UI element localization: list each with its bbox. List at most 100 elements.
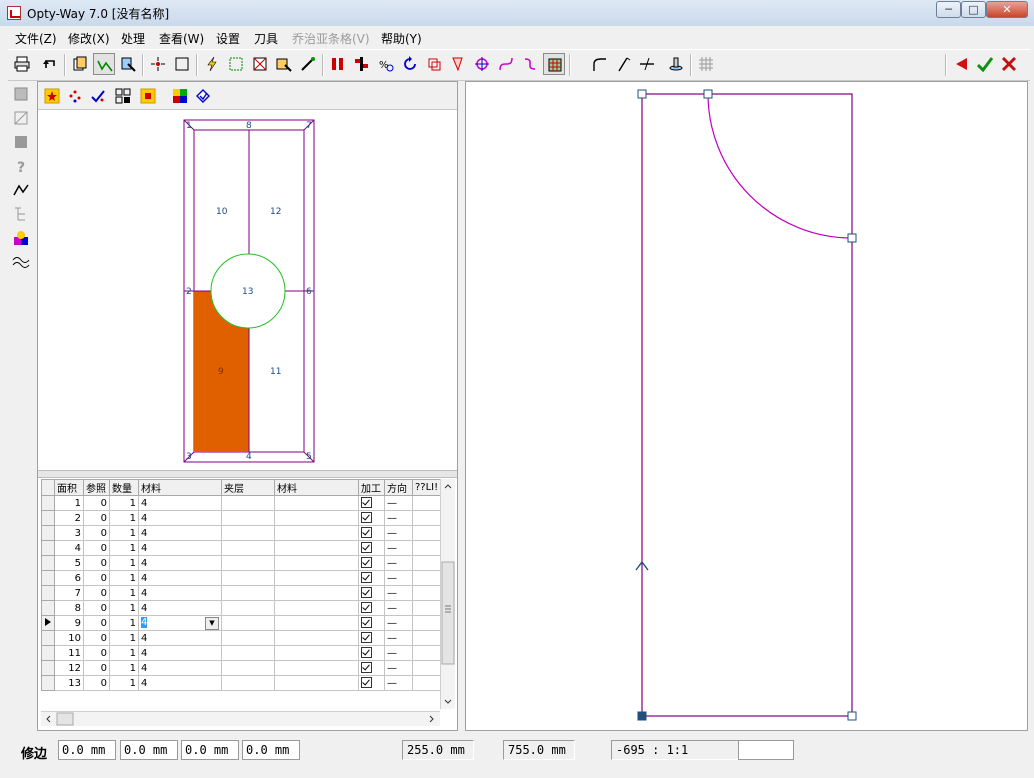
direction-cell[interactable]: — bbox=[384, 570, 413, 586]
ref-cell[interactable]: 0 bbox=[83, 495, 110, 511]
layer-cell[interactable] bbox=[221, 615, 275, 631]
material-cell[interactable]: 4 ▼ bbox=[138, 615, 222, 631]
checkbox-icon[interactable] bbox=[361, 647, 372, 659]
column-header[interactable]: 加工 bbox=[358, 479, 385, 496]
points-icon[interactable] bbox=[64, 85, 86, 107]
cut-area-icon[interactable] bbox=[249, 53, 271, 75]
rectangle-icon[interactable] bbox=[171, 53, 193, 75]
ref-cell[interactable]: 0 bbox=[83, 645, 110, 661]
help-query-icon[interactable]: ? bbox=[12, 157, 32, 177]
menu-file[interactable]: 文件(Z) bbox=[15, 30, 57, 47]
table-row[interactable]: 12 0 1 4 — bbox=[41, 660, 445, 676]
center-icon[interactable] bbox=[471, 53, 493, 75]
material-cell[interactable]: 4 bbox=[138, 645, 222, 661]
arc-corner-icon[interactable] bbox=[588, 53, 610, 75]
process-checkbox[interactable] bbox=[358, 540, 385, 556]
align-icon[interactable] bbox=[327, 53, 349, 75]
process-checkbox[interactable] bbox=[358, 615, 385, 631]
table-row[interactable]: 3 0 1 4 — bbox=[41, 525, 445, 541]
grid-icon[interactable] bbox=[695, 53, 717, 75]
material-cell[interactable]: 4 bbox=[138, 630, 222, 646]
material-2-cell[interactable] bbox=[274, 585, 359, 601]
column-header[interactable]: 数量 bbox=[109, 479, 139, 496]
menu-settings[interactable]: 设置 bbox=[216, 30, 240, 47]
layer-cell[interactable] bbox=[221, 600, 275, 616]
process-checkbox[interactable] bbox=[358, 495, 385, 511]
column-header[interactable]: 面积 bbox=[54, 479, 84, 496]
process-checkbox[interactable] bbox=[358, 660, 385, 676]
layout-icon[interactable] bbox=[112, 85, 134, 107]
menu-georgia-strip[interactable]: 乔治亚条格(V) bbox=[292, 30, 370, 47]
table-row[interactable]: 13 0 1 4 — bbox=[41, 675, 445, 691]
layer-cell[interactable] bbox=[221, 675, 275, 691]
material-2-cell[interactable] bbox=[274, 615, 359, 631]
direction-cell[interactable]: — bbox=[384, 630, 413, 646]
vertex-handle[interactable] bbox=[847, 711, 857, 721]
column-header[interactable]: 夹层 bbox=[221, 479, 275, 496]
area-cell[interactable]: 12 bbox=[54, 660, 84, 676]
copy-shape-icon[interactable] bbox=[69, 53, 91, 75]
layer-cell[interactable] bbox=[221, 510, 275, 526]
layer-cell[interactable] bbox=[221, 555, 275, 571]
drawing-canvas[interactable] bbox=[465, 81, 1028, 731]
drawing-canvas-svg[interactable] bbox=[466, 82, 1027, 730]
layer-cell[interactable] bbox=[221, 585, 275, 601]
layer-cell[interactable] bbox=[221, 630, 275, 646]
fill-area-icon[interactable] bbox=[137, 85, 159, 107]
pen-icon[interactable] bbox=[612, 53, 634, 75]
ref-cell[interactable]: 0 bbox=[83, 615, 110, 631]
area-cell[interactable]: 1 bbox=[54, 495, 84, 511]
vertex-handle[interactable] bbox=[637, 89, 647, 99]
table-row[interactable]: 8 0 1 4 — bbox=[41, 600, 445, 616]
start-vertex-handle[interactable] bbox=[637, 711, 647, 721]
process-checkbox[interactable] bbox=[358, 630, 385, 646]
checkbox-icon[interactable] bbox=[361, 572, 372, 584]
vertex-handle[interactable] bbox=[703, 89, 713, 99]
panel-splitter[interactable] bbox=[38, 470, 457, 478]
material-cell[interactable]: 4 bbox=[138, 660, 222, 676]
material-dropdown-icon[interactable]: ▼ bbox=[205, 616, 219, 630]
color-grid-icon[interactable] bbox=[169, 85, 191, 107]
material-2-cell[interactable] bbox=[274, 645, 359, 661]
spline-icon[interactable] bbox=[519, 53, 541, 75]
scale-input[interactable] bbox=[738, 740, 794, 760]
qty-cell[interactable]: 1 bbox=[109, 615, 139, 631]
ref-cell[interactable]: 0 bbox=[83, 660, 110, 676]
checkbox-icon[interactable] bbox=[361, 677, 372, 689]
process-checkbox[interactable] bbox=[358, 585, 385, 601]
direction-cell[interactable]: — bbox=[384, 510, 413, 526]
layer-cell[interactable] bbox=[221, 645, 275, 661]
layer-cell[interactable] bbox=[221, 570, 275, 586]
material-cell[interactable]: 4 bbox=[138, 555, 222, 571]
ref-cell[interactable]: 0 bbox=[83, 510, 110, 526]
direction-cell[interactable]: — bbox=[384, 555, 413, 571]
check-points-icon[interactable] bbox=[87, 85, 109, 107]
ref-cell[interactable]: 0 bbox=[83, 525, 110, 541]
direction-cell[interactable]: — bbox=[384, 525, 413, 541]
material-cell[interactable]: 4 bbox=[138, 495, 222, 511]
qty-cell[interactable]: 1 bbox=[109, 525, 139, 541]
select-area-icon[interactable] bbox=[225, 53, 247, 75]
qty-cell[interactable]: 1 bbox=[109, 495, 139, 511]
block-icon[interactable] bbox=[12, 133, 32, 153]
table-row[interactable]: 7 0 1 4 — bbox=[41, 585, 445, 601]
direction-cell[interactable]: — bbox=[384, 675, 413, 691]
print-icon[interactable] bbox=[11, 53, 33, 75]
process-checkbox[interactable] bbox=[358, 645, 385, 661]
table-row[interactable]: 9 0 1 4 ▼ — bbox=[41, 615, 445, 631]
tree-icon[interactable] bbox=[12, 205, 32, 225]
direction-cell[interactable]: — bbox=[384, 495, 413, 511]
area-cell[interactable]: 6 bbox=[54, 570, 84, 586]
table-horizontal-scrollbar[interactable] bbox=[41, 711, 440, 726]
area-cell[interactable]: 10 bbox=[54, 630, 84, 646]
area-cell[interactable]: 8 bbox=[54, 600, 84, 616]
qty-cell[interactable]: 1 bbox=[109, 600, 139, 616]
close-button[interactable]: ✕ bbox=[986, 1, 1028, 18]
menu-view[interactable]: 查看(W) bbox=[159, 30, 204, 47]
checkbox-icon[interactable] bbox=[361, 617, 372, 629]
trim-field-3[interactable]: 0.0 mm bbox=[181, 740, 239, 760]
checkbox-icon[interactable] bbox=[361, 557, 372, 569]
checkbox-icon[interactable] bbox=[361, 662, 372, 674]
process-checkbox[interactable] bbox=[358, 510, 385, 526]
process-checkbox[interactable] bbox=[358, 600, 385, 616]
